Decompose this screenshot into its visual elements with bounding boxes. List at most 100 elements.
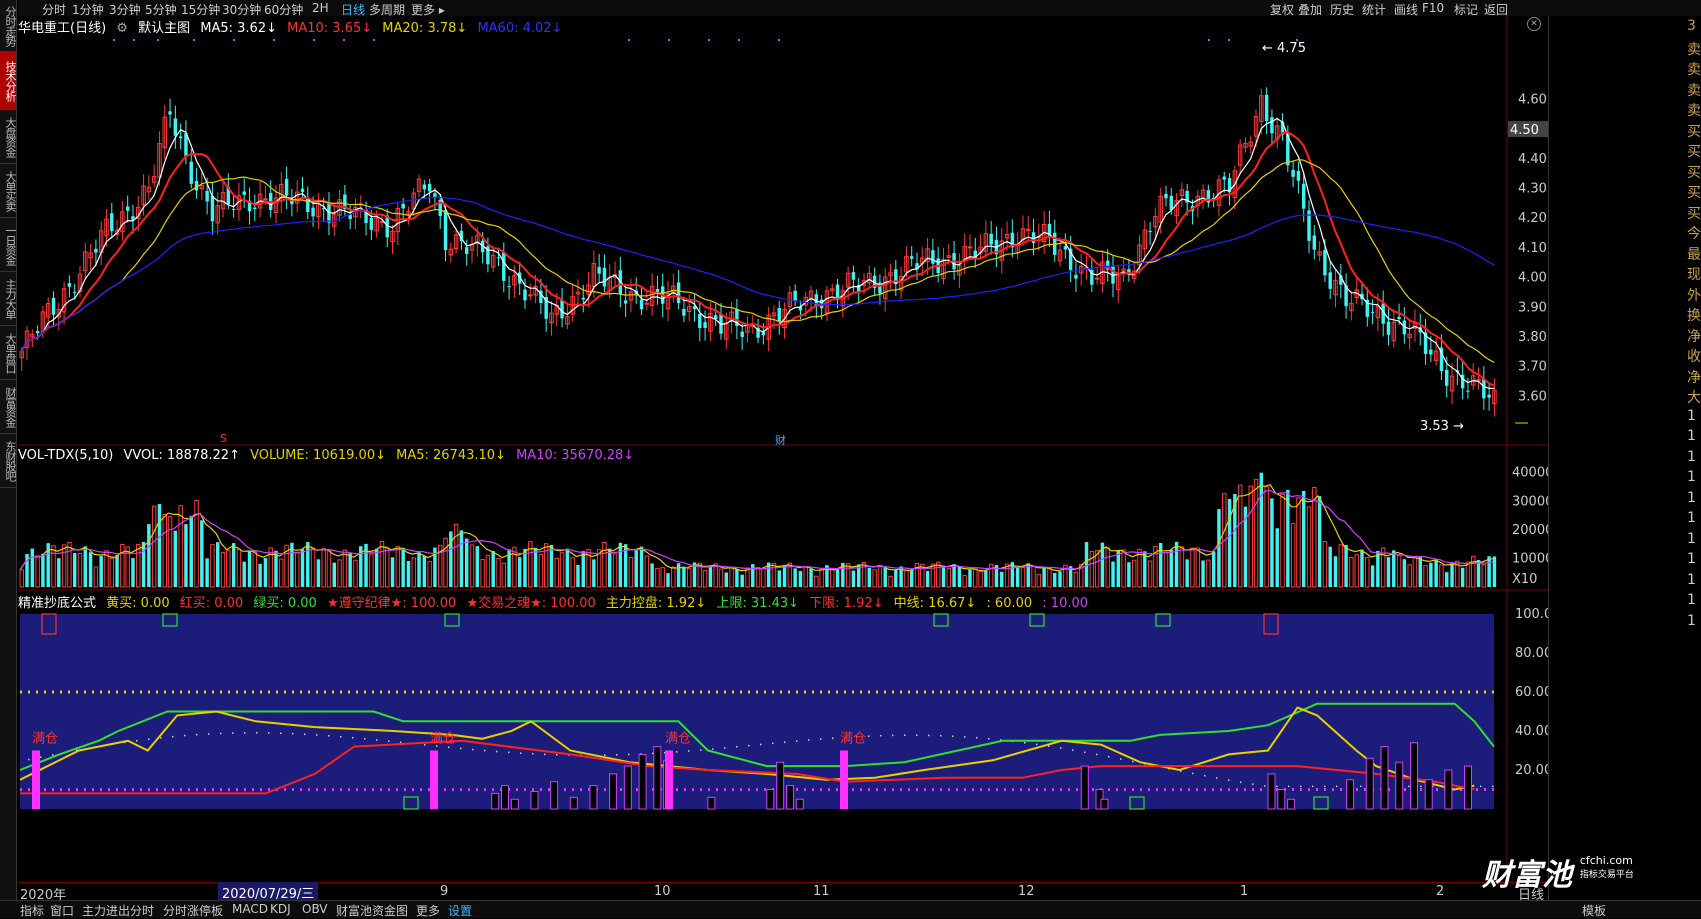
- volume-bar: [771, 562, 777, 588]
- volume-bar: [894, 569, 898, 587]
- volume-bar: [1131, 559, 1137, 588]
- signal-dot: [373, 39, 375, 41]
- volume-bar: [1111, 561, 1115, 587]
- bottom-tab-6[interactable]: OBV: [302, 902, 328, 916]
- candle-body: [205, 190, 209, 202]
- mid-dot: [1408, 785, 1410, 788]
- volume-bar: [274, 550, 278, 587]
- left-tab-6[interactable]: 大单盘口: [0, 326, 17, 380]
- candle-body: [639, 299, 644, 310]
- bottom-tab-bar: 指标 窗口 主力进出分时 分时涨停板 MACD KDJ OBV 财富池资金图 更多 设置 模板: [0, 900, 1701, 918]
- mid-dot: [1192, 772, 1194, 775]
- volume-bar: [162, 513, 167, 588]
- volume-bar: [427, 561, 432, 588]
- volume-chart[interactable]: 40000 30000 20000 10000 X10: [18, 446, 1548, 591]
- side-panel-label-23: 1: [1687, 489, 1696, 506]
- mid-dot: [376, 739, 378, 741]
- watermark-url: cfchi.com: [1579, 854, 1633, 867]
- bottom-tab-4[interactable]: MACD: [232, 902, 268, 916]
- full-position-label: 满仓: [430, 732, 456, 747]
- mid-dot: [1336, 785, 1338, 788]
- left-tab-8[interactable]: 东财股吧: [0, 434, 17, 488]
- candle-body: [1222, 176, 1226, 180]
- volume-bar: [793, 568, 797, 587]
- volume-bar: [200, 520, 204, 587]
- template-button[interactable]: 模板: [1582, 902, 1606, 919]
- mid-dot: [940, 735, 942, 737]
- toolbar-btn-5[interactable]: F10: [1422, 1, 1444, 15]
- candle-body: [1487, 394, 1491, 398]
- volume-bar: [1121, 549, 1126, 588]
- volume-bar: [385, 547, 390, 588]
- volume-bar: [570, 557, 575, 588]
- bottom-tab-2[interactable]: 主力进出分时: [82, 902, 154, 919]
- x-tick-1: 9: [440, 884, 449, 899]
- mid-dot: [904, 734, 906, 737]
- ma10-value: MA10: 3.65↓: [287, 21, 373, 36]
- bottom-tab-9[interactable]: 设置: [448, 902, 472, 919]
- close-icon[interactable]: ✕: [1527, 17, 1541, 31]
- volume-bar: [618, 542, 623, 587]
- candle-body: [94, 248, 98, 253]
- side-panel-label-4: 卖: [1687, 103, 1701, 119]
- volume-bar: [1492, 556, 1497, 587]
- left-tab-4[interactable]: 一日资金: [0, 218, 17, 272]
- volume-bar: [417, 552, 421, 587]
- bottom-tab-7[interactable]: 财富池资金图: [336, 902, 408, 919]
- bottom-tab-3[interactable]: 分时涨停板: [163, 902, 223, 919]
- signal-dot: [628, 39, 630, 41]
- candle-body: [1169, 195, 1173, 211]
- ten-value: : 10.00: [1042, 596, 1089, 611]
- left-tab-7[interactable]: 财富资金: [0, 380, 17, 434]
- vol-ma5-value: MA5: 26743.10↓: [396, 448, 506, 463]
- volume-bar: [173, 530, 178, 587]
- indicator-chart[interactable]: 满仓 满仓 满仓 满仓 100.0 80.00 60.00 40.00 20.00: [18, 591, 1548, 882]
- candle-body: [793, 290, 797, 301]
- left-tab-1[interactable]: 技术分析: [0, 52, 17, 110]
- histogram-bar: [766, 789, 775, 810]
- candle-body: [528, 294, 533, 297]
- candle-body: [1094, 277, 1100, 280]
- mid-dot: [796, 740, 798, 742]
- mid-dot: [604, 754, 606, 756]
- bottom-tab-8[interactable]: 更多: [416, 902, 440, 919]
- bottom-tab-0[interactable]: 指标: [20, 902, 44, 919]
- period-7[interactable]: 2H: [312, 1, 329, 15]
- zhong-value: 中线: 16.67↓: [893, 596, 977, 611]
- volume-bar: [867, 567, 872, 587]
- volume-bar: [1179, 546, 1185, 588]
- mid-dot: [424, 744, 426, 746]
- chart-mode[interactable]: 默认主图: [138, 21, 190, 36]
- volume-bar: [819, 568, 824, 588]
- volume-bar: [888, 575, 893, 588]
- histogram-bar: [785, 785, 794, 810]
- volume-bar: [93, 566, 99, 588]
- left-tab-3[interactable]: 大单买卖: [0, 164, 17, 218]
- volume-bar: [136, 544, 141, 588]
- volume-bar: [877, 564, 883, 588]
- volume-bar: [406, 561, 411, 587]
- volume-bar: [1253, 478, 1259, 588]
- volume-bar: [1280, 493, 1285, 588]
- bottom-tab-1[interactable]: 窗口: [50, 902, 74, 919]
- candle-body: [1264, 94, 1269, 122]
- volume-bar: [83, 546, 88, 587]
- volume-bar: [279, 558, 284, 588]
- left-tab-2[interactable]: 大盘资金: [0, 110, 17, 164]
- left-tab-0[interactable]: 分时走势: [0, 0, 17, 52]
- candle-body: [1312, 235, 1317, 250]
- settings-icon[interactable]: ⚙: [116, 21, 128, 36]
- histogram-bar: [707, 796, 716, 810]
- volume-bar: [157, 504, 162, 587]
- side-panel-label-25: 1: [1687, 530, 1696, 547]
- volume-bar: [1322, 541, 1328, 588]
- volume-bar: [612, 553, 618, 588]
- vol-indicator-name[interactable]: VOL-TDX(5,10): [18, 448, 113, 463]
- price-chart[interactable]: 4.60 4.40 4.30 4.20 4.10 4.00 3.90 3.80 3.70 3.60…: [18, 16, 1548, 446]
- indicator-name[interactable]: 精准抄底公式: [18, 596, 96, 611]
- side-panel-label-29: 1: [1687, 612, 1696, 629]
- bottom-tab-5[interactable]: KDJ: [270, 902, 291, 916]
- candle-body: [311, 207, 315, 217]
- left-tab-5[interactable]: 主力大单: [0, 272, 17, 326]
- candle-body: [51, 297, 56, 315]
